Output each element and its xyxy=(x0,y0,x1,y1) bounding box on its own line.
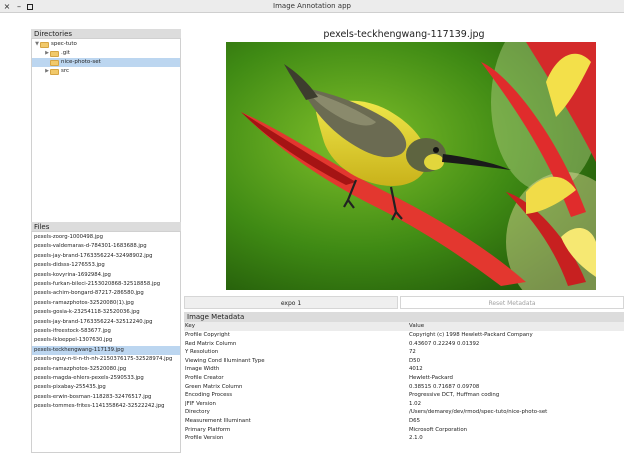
metadata-key: Encoding Process xyxy=(185,392,233,399)
metadata-value: 1.02 xyxy=(409,400,422,407)
metadata-table-header: Key Value xyxy=(184,322,624,331)
file-list-item[interactable]: pexels-magda-ehlers-pexels-2590533.jpg xyxy=(32,374,180,383)
metadata-value: 2.1.0 xyxy=(409,435,423,442)
tree-item-nice-photo-set[interactable]: nice-photo-set xyxy=(32,58,180,67)
metadata-row[interactable]: Directory/Users/demarey/dev/rmod/spec-tu… xyxy=(184,408,624,417)
metadata-row[interactable]: Image Width 4012 xyxy=(184,365,624,374)
file-list-item[interactable]: pexels-furkan-bileci-2153020868-32518858… xyxy=(32,280,180,289)
file-list-item[interactable]: pexels-achim-bongard-87217-286580.jpg xyxy=(32,289,180,298)
metadata-row[interactable]: Y Resolution 72 xyxy=(184,348,624,357)
metadata-value: Progressive DCT, Huffman coding xyxy=(409,392,500,399)
metadata-value: D50 xyxy=(409,357,421,364)
metadata-value: 72 xyxy=(409,349,416,356)
metadata-key: Green Matrix Column xyxy=(185,383,243,390)
file-list[interactable]: pexels-zoorg-1000498.jpg pexels-valdemara… xyxy=(31,231,181,453)
tree-item-src[interactable]: ▶ src xyxy=(32,67,180,76)
metadata-row[interactable]: Profile Creator Hewlett-Packard xyxy=(184,374,624,383)
file-list-item[interactable]: pexels-teckhengwang-117139.jpg xyxy=(32,345,180,356)
metadata-row[interactable]: JFIF Version 1.02 xyxy=(184,400,624,409)
file-list-item[interactable]: pexels-tommes-frites-1141358642-32522242… xyxy=(32,402,180,411)
metadata-row[interactable]: Encoding Process Progressive DCT, Huffman… xyxy=(184,391,624,400)
tree-item-label: .git xyxy=(61,50,70,56)
metadata-key: Profile Copyright xyxy=(185,332,230,338)
file-list-item[interactable]: pexels-kovyrina-1692984.jpg xyxy=(32,271,180,280)
metadata-value: /Users/demarey/dev/rmod/spec-tuto/nice-p… xyxy=(409,409,548,416)
metadata-key: JFIF Version xyxy=(185,400,216,407)
file-list-item[interactable]: pexels-pixabay-255435.jpg xyxy=(32,383,180,392)
file-list-item[interactable]: pexels-jay-brand-1763356224-32512240.jpg xyxy=(32,318,180,327)
metadata-row[interactable]: Profile Version 2.1.0 xyxy=(184,434,624,443)
metadata-key: Image Width xyxy=(185,366,220,373)
metadata-key: Profile Version xyxy=(185,435,224,442)
folder-icon xyxy=(50,59,59,66)
tree-item-label: spec-tuto xyxy=(51,41,77,47)
folder-icon xyxy=(50,68,59,75)
reset-metadata-button[interactable]: Reset Metadata xyxy=(400,296,624,309)
folder-icon xyxy=(40,41,49,48)
directory-tree[interactable]: ▼ spec-tuto ▶ .git nice-photo-set ▶ src xyxy=(31,38,181,223)
metadata-key: Y Resolution xyxy=(185,349,219,356)
metadata-key: Red Matrix Column xyxy=(185,340,237,347)
image-preview xyxy=(226,42,596,290)
expo-button[interactable]: expo 1 xyxy=(184,296,398,309)
metadata-key: Directory xyxy=(185,409,210,416)
file-list-item[interactable]: pexels-gosia-k-23254118-32520036.jpg xyxy=(32,308,180,317)
value-column-header[interactable]: Value xyxy=(409,322,623,331)
file-list-item[interactable]: pexels-nguy-n-ti-n-th-nh-2150376175-3252… xyxy=(32,355,180,364)
tree-item-label: src xyxy=(61,68,70,74)
metadata-value: Microsoft Corporation xyxy=(409,426,468,433)
metadata-row[interactable]: Profile Copyright Copyright (c) 1998 Hewl… xyxy=(184,331,624,340)
metadata-header: Image Metadata xyxy=(184,312,624,322)
metadata-row[interactable]: Primary Platform Microsoft Corporation xyxy=(184,426,624,435)
file-list-item[interactable]: pexels-erwin-bosman-118283-32476517.jpg xyxy=(32,393,180,402)
metadata-value: 0.38515 0.71687 0.09708 xyxy=(409,383,480,390)
metadata-value: 0.43607 0.22249 0.01392 xyxy=(409,340,480,347)
metadata-value: D65 xyxy=(409,418,421,424)
metadata-key: Profile Creator xyxy=(185,375,224,381)
metadata-value: Copyright (c) 1998 Hewlett-Packard Compa… xyxy=(409,332,533,338)
metadata-row[interactable]: Red Matrix Column 0.43607 0.22249 0.01392 xyxy=(184,340,624,349)
metadata-key: Viewing Cond Illuminant Type xyxy=(185,357,265,364)
metadata-key: Primary Platform xyxy=(185,426,231,433)
file-list-item[interactable]: pexels-ramazphotos-32520080.jpg xyxy=(32,365,180,374)
file-list-item[interactable]: pexels-zoorg-1000498.jpg xyxy=(32,233,180,242)
file-list-item[interactable]: pexels-lkloeppel-1307630.jpg xyxy=(32,336,180,345)
metadata-row[interactable]: Viewing Cond Illuminant Type D50 xyxy=(184,357,624,366)
file-list-item[interactable]: pexels-didsss-1276553.jpg xyxy=(32,261,180,270)
key-column-header[interactable]: Key xyxy=(185,322,405,331)
image-title: pexels-teckhengwang-117139.jpg xyxy=(323,29,485,40)
metadata-value: 4012 xyxy=(409,366,423,373)
tree-item-label: nice-photo-set xyxy=(61,59,101,65)
tree-item-git[interactable]: ▶ .git xyxy=(32,49,180,58)
metadata-row[interactable]: Measurement Illuminant D65 xyxy=(184,417,624,426)
window-title: Image Annotation app xyxy=(273,2,351,10)
title-bar: × – Image Annotation app xyxy=(0,0,624,13)
folder-icon xyxy=(50,50,59,57)
metadata-key: Measurement Illuminant xyxy=(185,418,251,424)
metadata-value: Hewlett-Packard xyxy=(409,375,453,381)
file-list-item[interactable]: pexels-valdemaras-d-784301-1683688.jpg xyxy=(32,242,180,251)
tree-item-spec-tuto[interactable]: ▼ spec-tuto xyxy=(32,40,180,49)
file-list-item[interactable]: pexels-ifreestock-583677.jpg xyxy=(32,327,180,336)
file-list-item[interactable]: pexels-ramazphotos-32520080(1).jpg xyxy=(32,299,180,308)
file-list-item[interactable]: pexels-jay-brand-1763356224-32498902.jpg xyxy=(32,252,180,261)
metadata-row[interactable]: Green Matrix Column 0.38515 0.71687 0.097… xyxy=(184,383,624,392)
